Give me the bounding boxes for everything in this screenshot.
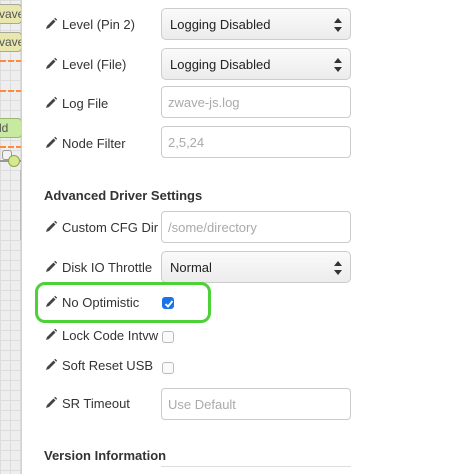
- version-divider: [161, 466, 351, 467]
- pencil-icon: [46, 136, 58, 148]
- updown-arrows-icon: [334, 261, 342, 275]
- row-lock-code-intvw: Lock Code Intvw: [44, 318, 162, 352]
- select-value: Logging Disabled: [170, 56, 271, 72]
- input-placeholder: 2,5,24: [168, 134, 205, 150]
- section-title-advanced: Advanced Driver Settings: [44, 188, 203, 203]
- input-placeholder: zwave-js.log: [168, 94, 240, 110]
- row-soft-reset-usb: Soft Reset USB: [44, 348, 162, 382]
- row-sr-timeout: SR Timeout: [44, 386, 162, 420]
- level-pin2-select[interactable]: Logging Disabled: [161, 8, 351, 40]
- label-soft-reset-usb: Soft Reset USB: [44, 358, 162, 373]
- label-lock-code-intvw: Lock Code Intvw: [44, 328, 162, 343]
- label-no-optimistic: No Optimistic: [44, 295, 162, 310]
- pencil-icon: [46, 295, 58, 307]
- pencil-icon: [46, 260, 58, 272]
- log-file-input[interactable]: zwave-js.log: [161, 86, 351, 118]
- workspace-node-label: vave: [0, 7, 21, 21]
- pencil-icon: [46, 17, 58, 29]
- checkmark-icon: [164, 300, 174, 308]
- label-disk-io-throttle: Disk IO Throttle: [44, 260, 162, 275]
- pencil-icon: [46, 328, 58, 340]
- label-text: Level (File): [62, 56, 127, 72]
- workspace-wire: [0, 146, 21, 148]
- select-value: Logging Disabled: [170, 16, 271, 32]
- pencil-icon: [46, 358, 58, 370]
- node-port[interactable]: [8, 155, 20, 167]
- input-placeholder: Use Default: [168, 396, 236, 412]
- label-log-file: Log File: [44, 96, 162, 111]
- workspace-node[interactable]: ld: [0, 118, 21, 138]
- label-node-filter: Node Filter: [44, 136, 162, 151]
- label-text: Disk IO Throttle: [62, 259, 153, 275]
- node-properties-panel: Level (Pin 2) Logging Disabled Level (Fi…: [22, 0, 474, 474]
- row-disk-io-throttle: Disk IO Throttle: [44, 250, 162, 284]
- label-level-pin2: Level (Pin 2): [44, 17, 162, 32]
- no-optimistic-checkbox[interactable]: [162, 297, 174, 309]
- updown-arrows-icon: [334, 58, 342, 72]
- label-text: Soft Reset USB: [62, 357, 154, 373]
- label-text: Node Filter: [62, 135, 126, 151]
- select-value: Normal: [170, 259, 212, 275]
- row-no-optimistic: No Optimistic: [44, 285, 162, 319]
- row-level-file: Level (File): [44, 47, 162, 81]
- row-level-pin2: Level (Pin 2): [44, 7, 162, 41]
- label-custom-cfg-dir: Custom CFG Dir: [44, 220, 162, 235]
- row-node-filter: Node Filter: [44, 126, 162, 160]
- lock-code-intvw-checkbox[interactable]: [162, 331, 174, 343]
- section-title-version: Version Information: [44, 448, 167, 463]
- pencil-icon: [46, 220, 58, 232]
- flow-workspace[interactable]: vave vave ld: [0, 0, 22, 474]
- label-text: No Optimistic: [62, 294, 140, 310]
- workspace-node[interactable]: vave: [0, 4, 21, 24]
- pencil-icon: [46, 96, 58, 108]
- row-log-file: Log File: [44, 86, 162, 120]
- label-text: Lock Code Intvw: [62, 327, 159, 343]
- disk-io-throttle-select[interactable]: Normal: [161, 251, 351, 283]
- node-filter-input[interactable]: 2,5,24: [161, 126, 351, 158]
- label-text: Log File: [62, 95, 109, 111]
- row-custom-cfg-dir: Custom CFG Dir: [44, 210, 162, 244]
- sr-timeout-input[interactable]: Use Default: [161, 388, 351, 420]
- label-text: SR Timeout: [62, 395, 130, 411]
- workspace-wire: [0, 90, 21, 92]
- input-placeholder: /some/directory: [168, 219, 257, 235]
- label-text: Level (Pin 2): [62, 16, 135, 32]
- pencil-icon: [46, 57, 58, 69]
- label-text: Custom CFG Dir: [62, 219, 159, 235]
- soft-reset-usb-checkbox[interactable]: [162, 362, 174, 374]
- pencil-icon: [46, 396, 58, 408]
- workspace-wire: [0, 60, 21, 62]
- custom-cfg-dir-input[interactable]: /some/directory: [161, 211, 351, 243]
- workspace-node-label: vave: [0, 35, 21, 49]
- level-file-select[interactable]: Logging Disabled: [161, 48, 351, 80]
- workspace-node-label: ld: [0, 121, 9, 135]
- label-sr-timeout: SR Timeout: [44, 396, 162, 411]
- workspace-node[interactable]: vave: [0, 32, 21, 52]
- label-level-file: Level (File): [44, 57, 162, 72]
- updown-arrows-icon: [334, 18, 342, 32]
